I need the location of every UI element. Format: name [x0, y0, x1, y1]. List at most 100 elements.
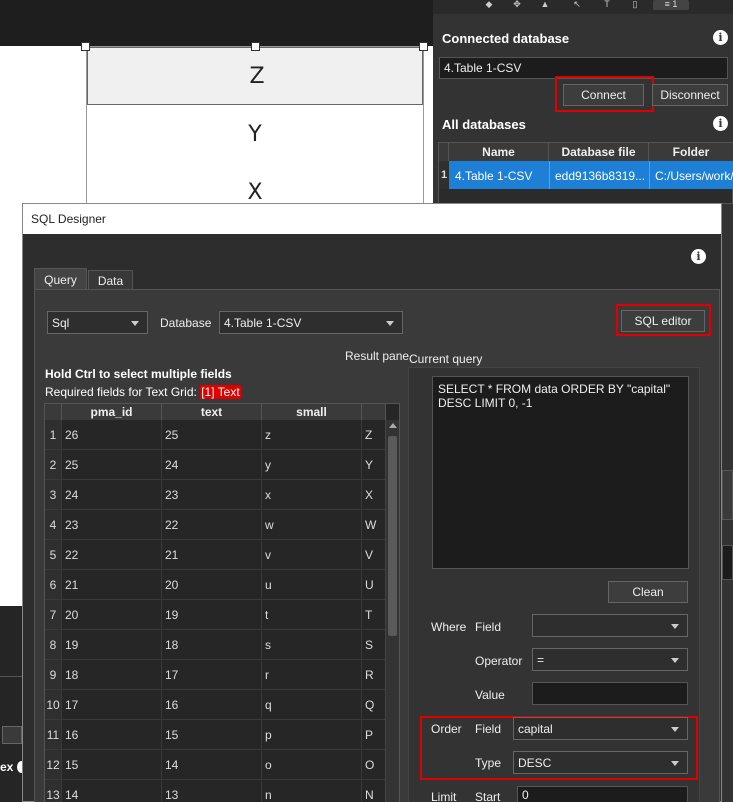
- table-row[interactable]: 11 16 15 p P: [45, 720, 399, 750]
- grid-cell: 15: [62, 750, 162, 780]
- row-number: 6: [45, 570, 62, 600]
- resize-handle[interactable]: [419, 42, 428, 51]
- grid-cell: y: [262, 450, 362, 480]
- row-number: 9: [45, 660, 62, 690]
- table-row-selected[interactable]: 4.Table 1-CSV edd9136b8319... C:/Users/w…: [449, 161, 733, 189]
- tab-query[interactable]: Query: [34, 268, 87, 291]
- info-icon[interactable]: i: [691, 249, 706, 264]
- cube-icon[interactable]: ◆: [483, 0, 495, 9]
- grid-cell: 16: [162, 690, 262, 720]
- table-row[interactable]: 5 22 21 v V: [45, 540, 399, 570]
- grid-cell: P: [362, 720, 386, 750]
- connect-button[interactable]: Connect: [563, 84, 644, 106]
- required-fields-label: Required fields for Text Grid:: [45, 385, 197, 399]
- order-field-label: Field: [475, 722, 502, 736]
- text-icon[interactable]: T: [601, 0, 613, 9]
- grid-cell: O: [362, 750, 386, 780]
- column-header[interactable]: text: [162, 404, 262, 420]
- column-header-file[interactable]: Database file: [549, 143, 649, 161]
- grid-cell: N: [362, 780, 386, 802]
- data-grid[interactable]: pma_id text small 1 26 25 z Z 2 25 24 y Y 3 24 23 x X 4…: [44, 403, 400, 802]
- table-row[interactable]: 12 15 14 o O: [45, 750, 399, 780]
- required-fields-line: Required fields for Text Grid: [1] Text: [45, 385, 241, 399]
- mode-select[interactable]: Sql: [47, 311, 148, 334]
- grid-cell: 25: [62, 450, 162, 480]
- operator-label: Operator: [475, 654, 523, 668]
- scroll-up-icon[interactable]: [389, 423, 397, 428]
- move-icon[interactable]: ✥: [511, 0, 523, 9]
- clean-button[interactable]: Clean: [608, 581, 688, 603]
- query-text-area[interactable]: SELECT * FROM data ORDER BY "capital" DE…: [432, 376, 689, 569]
- table-row[interactable]: 3 24 23 x X: [45, 480, 399, 510]
- current-query-label: Current query: [409, 352, 483, 366]
- order-type-select[interactable]: DESC: [513, 751, 688, 774]
- start-label: Start: [475, 790, 501, 802]
- info-icon[interactable]: i: [713, 116, 728, 131]
- scrollbar-thumb[interactable]: [388, 436, 397, 636]
- text-grid-object[interactable]: Z Y X: [86, 46, 424, 206]
- shape-icon[interactable]: ▲: [539, 0, 551, 9]
- value-label: Value: [475, 688, 505, 702]
- grid-cell: 24: [62, 480, 162, 510]
- table-row[interactable]: 10 17 16 q Q: [45, 690, 399, 720]
- where-field-select[interactable]: [532, 614, 688, 637]
- disconnect-button[interactable]: Disconnect: [652, 84, 728, 106]
- all-db-title: All databases: [442, 117, 526, 132]
- order-type-label: Type: [475, 756, 502, 770]
- grid-cell: Z: [362, 420, 386, 450]
- table-row[interactable]: 2 25 24 y Y: [45, 450, 399, 480]
- grid-cell: q: [262, 690, 362, 720]
- table-row[interactable]: 1 26 25 z Z: [45, 420, 399, 450]
- chevron-down-icon: [671, 657, 679, 663]
- grid-cell: 17: [162, 660, 262, 690]
- table-row[interactable]: 7 20 19 t T: [45, 600, 399, 630]
- grid-cell: 24: [162, 450, 262, 480]
- connected-db-title: Connected database: [442, 31, 570, 46]
- info-icon[interactable]: i: [713, 30, 728, 45]
- grid-cell: T: [362, 600, 386, 630]
- database-tool-button[interactable]: ≡ 1: [653, 0, 689, 10]
- table-row[interactable]: 8 19 18 s S: [45, 630, 399, 660]
- operator-select[interactable]: =: [532, 648, 688, 671]
- required-field-badge: [1] Text: [200, 385, 241, 399]
- chevron-down-icon: [386, 320, 394, 326]
- column-header-folder[interactable]: Folder: [649, 143, 733, 161]
- row-number: 13: [45, 780, 62, 802]
- column-header[interactable]: pma_id: [62, 404, 162, 420]
- grid-cell: o: [262, 750, 362, 780]
- sql-editor-button[interactable]: SQL editor: [621, 310, 705, 332]
- row-number: 12: [45, 750, 62, 780]
- grid-cell: r: [262, 660, 362, 690]
- grid-cell: z: [262, 420, 362, 450]
- text-row: Y: [248, 121, 262, 147]
- cell-divider: [549, 161, 550, 189]
- column-header[interactable]: small: [262, 404, 362, 420]
- resize-handle[interactable]: [81, 42, 90, 51]
- text-row: Z: [87, 47, 423, 105]
- table-row[interactable]: 4 23 22 w W: [45, 510, 399, 540]
- grid-cell: 14: [62, 780, 162, 802]
- value-input[interactable]: [532, 682, 688, 705]
- partial-control[interactable]: [2, 726, 22, 744]
- row-number: 11: [45, 720, 62, 750]
- pointer-icon[interactable]: ↖: [571, 0, 583, 9]
- column-header-name[interactable]: Name: [449, 143, 549, 161]
- grid-cell: U: [362, 570, 386, 600]
- order-field-select[interactable]: capital: [513, 717, 688, 740]
- grid-cell: p: [262, 720, 362, 750]
- chevron-down-icon: [131, 320, 139, 326]
- row-number: 7: [45, 600, 62, 630]
- table-row[interactable]: 6 21 20 u U: [45, 570, 399, 600]
- grid-cell: 18: [62, 660, 162, 690]
- start-input[interactable]: 0: [517, 786, 688, 802]
- column-header-partial[interactable]: [362, 404, 386, 420]
- table-row[interactable]: 9 18 17 r R: [45, 660, 399, 690]
- phone-icon[interactable]: ▯: [629, 0, 641, 9]
- grid-cell: w: [262, 510, 362, 540]
- vertical-scrollbar[interactable]: [385, 420, 399, 802]
- resize-handle[interactable]: [251, 42, 260, 51]
- database-table: Name Database file Folder 1 4.Table 1-CS…: [438, 142, 733, 204]
- database-select[interactable]: 4.Table 1-CSV: [219, 311, 403, 334]
- table-row[interactable]: 13 14 13 n N: [45, 780, 399, 802]
- tab-data[interactable]: Data: [88, 270, 133, 291]
